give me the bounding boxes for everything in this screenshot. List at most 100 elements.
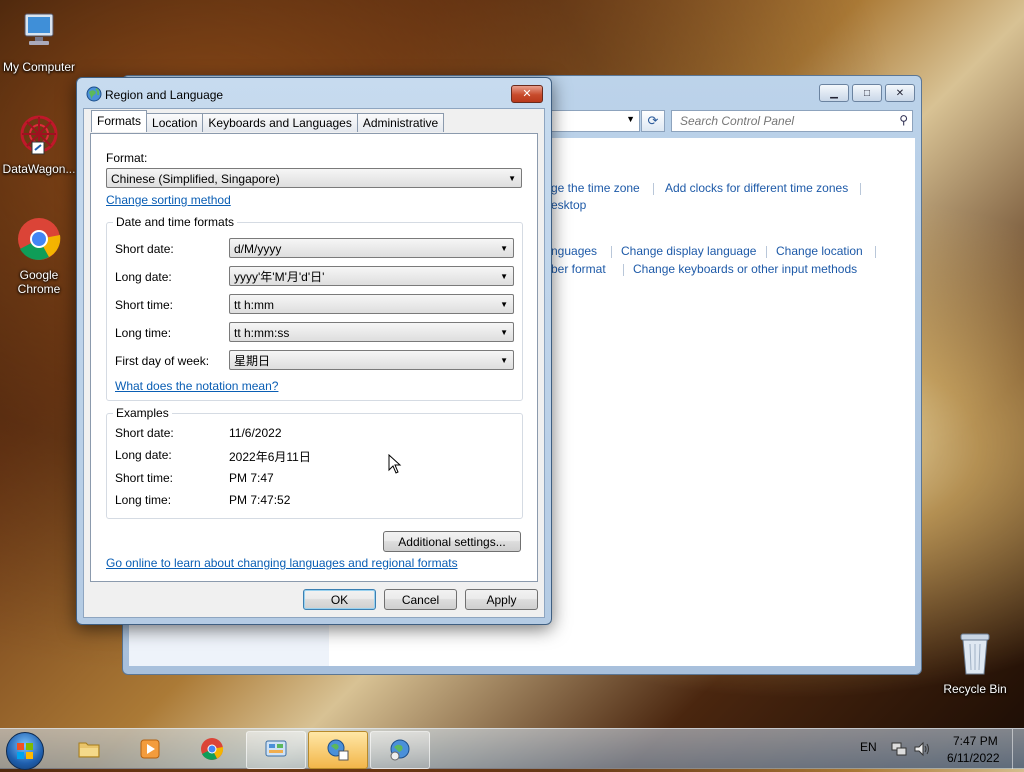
tab-bar: Formats Location Keyboards and Languages…: [91, 110, 445, 132]
long-time-select[interactable]: tt h:mm:ss ▼: [229, 322, 514, 342]
first-day-value: 星期日: [234, 354, 271, 368]
desktop-icon-recycle-bin[interactable]: Recycle Bin: [936, 630, 1014, 696]
tab-administrative[interactable]: Administrative: [356, 113, 445, 132]
format-value: Chinese (Simplified, Singapore): [111, 172, 280, 186]
short-date-value: d/M/yyyy: [234, 242, 282, 256]
maximize-button[interactable]: □: [852, 84, 882, 102]
examples-group-title: Examples: [113, 406, 172, 420]
notation-help-link[interactable]: What does the notation mean?: [115, 379, 278, 393]
link-separator: [766, 246, 767, 258]
search-placeholder: Search Control Panel: [680, 114, 795, 128]
format-select[interactable]: Chinese (Simplified, Singapore) ▼: [106, 168, 522, 188]
start-button[interactable]: [6, 732, 44, 770]
desktop-icon-label: Google Chrome: [17, 268, 61, 296]
link-separator: [611, 246, 612, 258]
link-change-location[interactable]: Change location: [776, 244, 863, 258]
example-short-time-value: PM 7:47: [229, 471, 274, 485]
tab-formats[interactable]: Formats: [91, 110, 148, 132]
link-desktop[interactable]: esktop: [551, 198, 586, 212]
example-long-time-label: Long time:: [115, 493, 172, 507]
short-time-select[interactable]: tt h:mm ▼: [229, 294, 514, 314]
folder-icon: [78, 742, 100, 758]
taskbar-chrome-button[interactable]: [183, 731, 241, 767]
recycle-bin-icon: [960, 633, 990, 675]
dialog-title: Region and Language: [105, 88, 224, 102]
format-label: Format:: [106, 151, 148, 165]
chrome-icon: [201, 738, 224, 760]
volume-icon[interactable]: [913, 741, 931, 757]
link-separator: [875, 246, 876, 258]
long-date-label: Long date:: [115, 270, 172, 284]
chevron-down-icon: ▼: [500, 356, 508, 365]
long-time-value: tt h:mm:ss: [234, 326, 290, 340]
chevron-down-icon: ▼: [508, 174, 516, 183]
link-add-clocks[interactable]: Add clocks for different time zones: [665, 181, 848, 195]
link-separator: [860, 183, 861, 195]
address-dropdown-icon[interactable]: ▼: [626, 114, 635, 124]
taskbar-media-player-button[interactable]: [121, 731, 179, 767]
link-languages[interactable]: nguages: [551, 244, 597, 258]
refresh-icon[interactable]: ⟳: [641, 110, 665, 132]
taskbar-control-panel-button[interactable]: [246, 731, 306, 769]
globe-icon: [390, 739, 410, 761]
chevron-down-icon: ▼: [500, 244, 508, 253]
region-language-dialog[interactable]: Region and Language ✕ Formats Location K…: [76, 77, 552, 625]
link-separator: [653, 183, 654, 195]
datetime-group-title: Date and time formats: [113, 215, 238, 229]
link-change-display-language[interactable]: Change display language: [621, 244, 756, 258]
globe-icon: [86, 86, 102, 102]
taskbar-date-time-button[interactable]: [370, 731, 430, 769]
short-date-select[interactable]: d/M/yyyy ▼: [229, 238, 514, 258]
online-help-link[interactable]: Go online to learn about changing langua…: [106, 556, 458, 570]
first-day-select[interactable]: 星期日 ▼: [229, 350, 514, 370]
minimize-button[interactable]: ▁: [819, 84, 849, 102]
apply-button[interactable]: Apply: [465, 589, 538, 610]
chrome-icon: [18, 218, 61, 260]
control-panel-icon: [265, 740, 287, 757]
cancel-button[interactable]: Cancel: [384, 589, 457, 610]
dialog-close-button[interactable]: ✕: [511, 85, 543, 103]
taskbar-region-language-button[interactable]: [308, 731, 368, 769]
example-short-date-label: Short date:: [115, 426, 174, 440]
tab-keyboards-languages[interactable]: Keyboards and Languages: [202, 113, 358, 132]
formats-tab-page: Format: Chinese (Simplified, Singapore) …: [90, 133, 538, 582]
link-change-time-zone[interactable]: ge the time zone: [551, 181, 640, 195]
clock-date[interactable]: 6/11/2022: [947, 751, 1000, 765]
desktop-icon-label: My Computer: [2, 60, 76, 74]
tab-location[interactable]: Location: [146, 113, 204, 132]
desktop-icon-google-chrome[interactable]: Google Chrome: [0, 216, 78, 296]
first-day-label: First day of week:: [115, 354, 210, 368]
example-short-date-value: 11/6/2022: [229, 426, 282, 440]
network-icon[interactable]: [891, 741, 907, 757]
example-short-time-label: Short time:: [115, 471, 174, 485]
example-long-date-value: 2022年6月11日: [229, 450, 311, 464]
taskbar-explorer-button[interactable]: [60, 731, 118, 767]
desktop-icon-my-computer[interactable]: My Computer: [0, 10, 78, 74]
ok-button[interactable]: OK: [303, 589, 376, 610]
additional-settings-button[interactable]: Additional settings...: [383, 531, 521, 552]
chevron-down-icon: ▼: [500, 300, 508, 309]
desktop-icon-label: Recycle Bin: [943, 682, 1007, 696]
computer-icon: [24, 13, 54, 45]
example-long-date-label: Long date:: [115, 448, 172, 462]
desktop-icon-datawagon[interactable]: DataWagon...: [0, 112, 78, 176]
link-number-format[interactable]: ber format: [551, 262, 606, 276]
chevron-down-icon: ▼: [500, 328, 508, 337]
language-indicator[interactable]: EN: [860, 740, 877, 754]
windows-logo-icon: [17, 743, 33, 759]
dialog-body: Formats Location Keyboards and Languages…: [83, 108, 545, 618]
taskbar: EN 7:47 PM 6/11/2022: [0, 728, 1024, 770]
long-date-select[interactable]: yyyy'年'M'月'd'日' ▼: [229, 266, 514, 286]
close-button[interactable]: ✕: [885, 84, 915, 102]
link-change-keyboards[interactable]: Change keyboards or other input methods: [633, 262, 857, 276]
search-input[interactable]: Search Control Panel ⚲: [671, 110, 913, 132]
long-time-label: Long time:: [115, 326, 172, 340]
clock-time[interactable]: 7:47 PM: [953, 734, 998, 748]
chevron-down-icon: ▼: [500, 272, 508, 281]
globe-clock-icon: [327, 739, 349, 761]
show-desktop-button[interactable]: [1012, 729, 1024, 769]
short-time-value: tt h:mm: [234, 298, 275, 312]
search-icon[interactable]: ⚲: [899, 113, 908, 127]
change-sorting-link[interactable]: Change sorting method: [106, 193, 231, 207]
desktop-icon-label: DataWagon...: [2, 162, 76, 176]
